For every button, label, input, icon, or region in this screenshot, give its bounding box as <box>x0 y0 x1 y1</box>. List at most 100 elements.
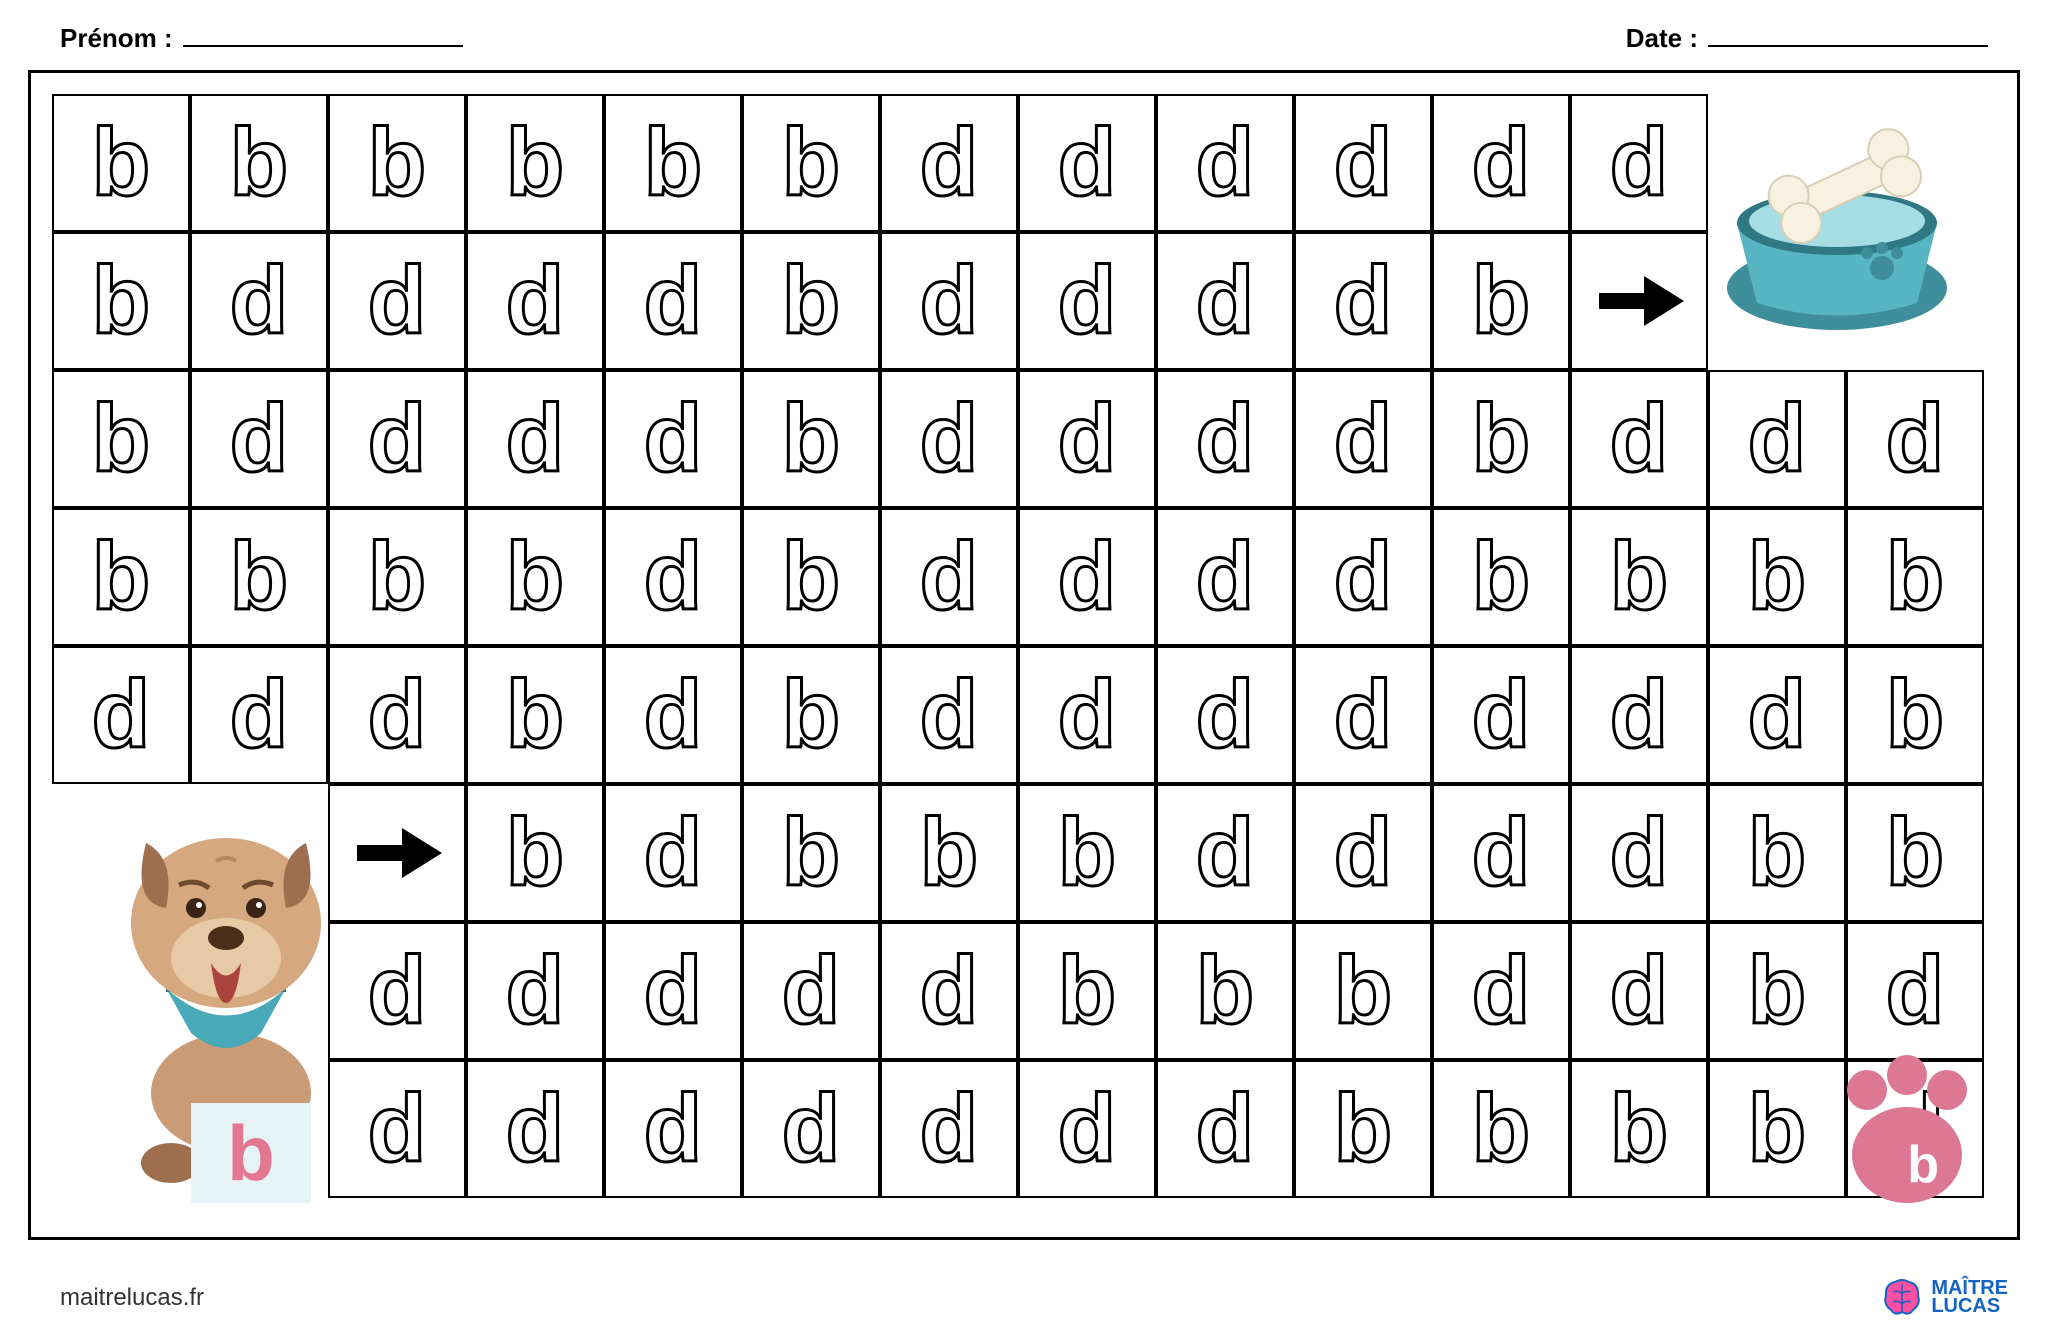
maze-cell: d <box>52 646 190 784</box>
maze-letter: d <box>1886 943 1945 1039</box>
maze-cell: d <box>880 646 1018 784</box>
maze-letter: b <box>782 805 841 901</box>
maze-letter: d <box>368 667 427 763</box>
maze-letter: b <box>1472 529 1531 625</box>
maze-letter: d <box>1334 805 1393 901</box>
maze-letter: d <box>920 1081 979 1177</box>
maze-cell: d <box>1432 784 1570 922</box>
maze-letter: d <box>1196 253 1255 349</box>
maze-cell: d <box>1018 370 1156 508</box>
maze-letter: b <box>920 805 979 901</box>
maze-letter: b <box>1472 1081 1531 1177</box>
maze-letter: d <box>1334 253 1393 349</box>
maze-cell: b <box>190 508 328 646</box>
maze-letter: d <box>506 943 565 1039</box>
maze-letter: b <box>782 391 841 487</box>
maze-letter: d <box>1886 391 1945 487</box>
maze-cell: b <box>1432 508 1570 646</box>
maze-cell: d <box>190 370 328 508</box>
maze-letter: b <box>506 805 565 901</box>
maze-cell: b <box>1846 646 1984 784</box>
maze-letter: d <box>1058 1081 1117 1177</box>
maze-letter: d <box>92 667 151 763</box>
maze-cell: d <box>1156 232 1294 370</box>
maze-letter: d <box>1472 667 1531 763</box>
maze-cell: b <box>466 784 604 922</box>
maze-letter: b <box>1472 253 1531 349</box>
maze-cell: b <box>190 94 328 232</box>
maze-cell: d <box>1294 232 1432 370</box>
maze-cell: b <box>742 646 880 784</box>
maze-letter: b <box>1886 805 1945 901</box>
maze-cell: b <box>328 508 466 646</box>
maze-letter: d <box>1472 805 1531 901</box>
maze-cell: d <box>604 922 742 1060</box>
maze-cell: d <box>1432 646 1570 784</box>
maze-cell: d <box>1156 646 1294 784</box>
maze-cell: b <box>52 94 190 232</box>
dog-icon: b <box>61 773 361 1203</box>
maze-letter: b <box>1748 529 1807 625</box>
maze-letter: d <box>1610 391 1669 487</box>
maze-letter: b <box>1748 1081 1807 1177</box>
name-input-line[interactable] <box>183 18 463 47</box>
maze-letter: d <box>644 667 703 763</box>
maze-letter: d <box>782 943 841 1039</box>
maze-cell: d <box>604 784 742 922</box>
maze-cell: b <box>466 94 604 232</box>
maze-cell: d <box>1156 784 1294 922</box>
maze-letter: b <box>1472 391 1531 487</box>
maze-letter: b <box>1196 943 1255 1039</box>
maze-cell: d <box>328 646 466 784</box>
maze-letter: b <box>506 667 565 763</box>
maze-cell: b <box>1846 784 1984 922</box>
maze-cell: b <box>1432 370 1570 508</box>
paw-letter: b <box>1907 1135 1939 1195</box>
maze-letter: d <box>1058 529 1117 625</box>
maze-letter: b <box>1748 805 1807 901</box>
maze-letter: d <box>1472 115 1531 211</box>
maze-cell: d <box>1018 508 1156 646</box>
maze-cell: d <box>880 370 1018 508</box>
maze-letter: d <box>230 391 289 487</box>
date-field: Date : <box>1626 18 1988 54</box>
maze-cell: b <box>1294 1060 1432 1198</box>
maze-letter: d <box>644 943 703 1039</box>
maze-letter: d <box>644 1081 703 1177</box>
maze-letter: d <box>1334 529 1393 625</box>
maze-cell: d <box>1570 370 1708 508</box>
worksheet-header: Prénom : Date : <box>0 0 2048 64</box>
maze-cell: d <box>1294 94 1432 232</box>
maze-letter: b <box>1610 1081 1669 1177</box>
maze-cell: b <box>604 94 742 232</box>
maze-cell: b <box>1294 922 1432 1060</box>
maze-letter: b <box>1058 943 1117 1039</box>
maze-letter: b <box>782 529 841 625</box>
maze-letter: b <box>92 253 151 349</box>
maze-letter: d <box>1334 667 1393 763</box>
maze-letter: d <box>920 253 979 349</box>
maze-cell: b <box>1018 784 1156 922</box>
maze-cell: d <box>1570 94 1708 232</box>
maze-cell: d <box>1294 646 1432 784</box>
maze-letter: d <box>1196 529 1255 625</box>
maze-cell: b <box>1708 784 1846 922</box>
maze-letter: b <box>92 391 151 487</box>
maze-letter: d <box>644 253 703 349</box>
arrow-icon <box>1570 232 1708 370</box>
maze-cell: b <box>466 646 604 784</box>
maze-cell: d <box>604 232 742 370</box>
maze-letter: d <box>644 391 703 487</box>
maze-cell: d <box>880 922 1018 1060</box>
date-input-line[interactable] <box>1708 18 1988 47</box>
maze-letter: d <box>368 1081 427 1177</box>
maze-letter: d <box>1472 943 1531 1039</box>
maze-cell: d <box>466 370 604 508</box>
maze-letter: b <box>644 115 703 211</box>
maze-cell: d <box>1294 508 1432 646</box>
maze-cell: d <box>1156 508 1294 646</box>
maze-letter: d <box>1196 391 1255 487</box>
maze-cell: b <box>1708 508 1846 646</box>
logo-line2: LUCAS <box>1931 1297 2008 1315</box>
maze-cell: d <box>190 646 328 784</box>
